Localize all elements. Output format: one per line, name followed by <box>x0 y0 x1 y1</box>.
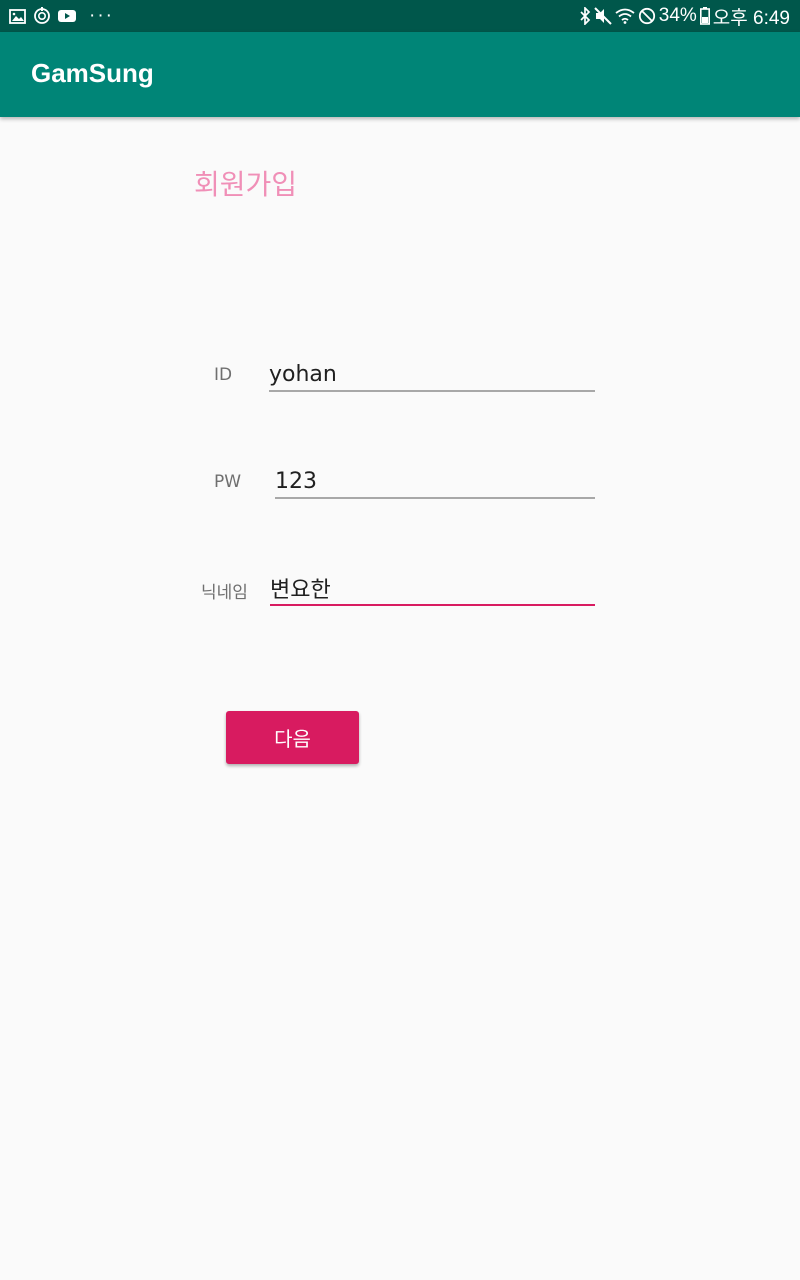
app-title: GamSung <box>31 58 154 88</box>
sync-icon <box>33 7 51 25</box>
battery-icon <box>699 7 710 25</box>
pw-label: PW <box>214 472 242 492</box>
app-bar: GamSung <box>0 32 800 117</box>
mute-icon <box>594 7 612 25</box>
nickname-label: 닉네임 <box>201 583 248 603</box>
more-notifications-icon: ··· <box>89 5 114 26</box>
nickname-input[interactable] <box>270 572 595 606</box>
status-bar: ··· 34% 오후 6:49 <box>0 0 800 32</box>
id-label: ID <box>214 365 233 385</box>
youtube-icon <box>58 9 76 23</box>
bluetooth-icon <box>579 7 591 25</box>
status-bar-right: 34% 오후 6:49 <box>579 0 790 32</box>
wifi-icon <box>615 8 635 24</box>
page-title: 회원가입 <box>194 168 298 201</box>
battery-percent: 34% <box>658 5 697 26</box>
clock: 오후 6:49 <box>712 7 790 29</box>
gallery-icon <box>9 8 26 24</box>
pw-input[interactable] <box>275 465 595 499</box>
do-not-disturb-icon <box>638 7 656 25</box>
status-bar-left: ··· <box>9 0 114 32</box>
id-input[interactable] <box>269 358 595 392</box>
next-button[interactable]: 다음 <box>226 711 359 764</box>
